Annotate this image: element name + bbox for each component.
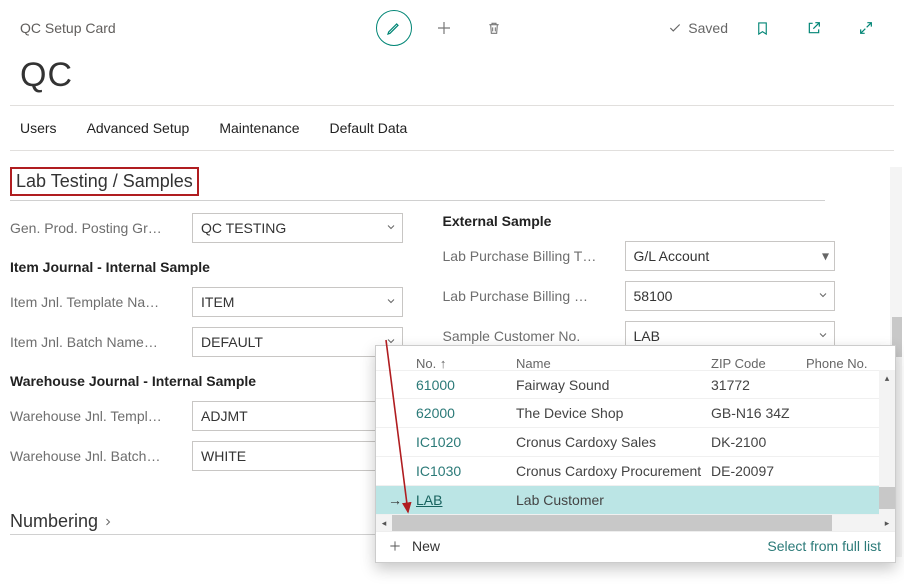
tab-users[interactable]: Users [20, 120, 57, 136]
lookup-zip: 31772 [711, 377, 750, 393]
scroll-up-icon[interactable]: ▴ [879, 370, 895, 386]
input-gen-prod-posting[interactable] [192, 213, 403, 243]
lookup-col-zip[interactable]: ZIP Code [711, 356, 766, 371]
action-bar: Users Advanced Setup Maintenance Default… [10, 105, 894, 151]
header-action-group [376, 10, 512, 46]
lookup-name: The Device Shop [516, 405, 623, 421]
label-wh-template: Warehouse Jnl. Templ… [10, 408, 180, 424]
lookup-hscroll[interactable]: ◂ ▸ [376, 515, 895, 531]
label-wh-batch: Warehouse Jnl. Batch… [10, 448, 180, 464]
input-lab-billing-no[interactable] [625, 281, 836, 311]
new-icon[interactable] [426, 10, 462, 46]
label-lab-billing-no: Lab Purchase Billing … [443, 288, 613, 304]
input-wh-batch[interactable] [192, 441, 403, 471]
lookup-row[interactable]: IC1020 Cronus Cardoxy Sales DK-2100 [376, 428, 895, 457]
scroll-right-icon[interactable]: ▸ [879, 515, 895, 531]
lookup-row-container: 61000 Fairway Sound 31772 62000 The Devi… [376, 370, 895, 515]
lookup-row-selected[interactable]: → LAB Lab Customer [376, 486, 895, 515]
select-lab-billing-type[interactable]: G/L Account [625, 241, 836, 271]
tab-advanced-setup[interactable]: Advanced Setup [87, 120, 190, 136]
edit-icon[interactable] [376, 10, 412, 46]
selected-arrow-icon: → [388, 492, 402, 508]
lookup-new-label: New [412, 538, 440, 554]
scroll-left-icon[interactable]: ◂ [376, 515, 392, 531]
lookup-col-phone[interactable]: Phone No. [806, 356, 867, 371]
tab-default-data[interactable]: Default Data [329, 120, 407, 136]
popout-icon[interactable] [796, 10, 832, 46]
lookup-name: Fairway Sound [516, 377, 609, 393]
lookup-vscroll-thumb[interactable] [879, 487, 895, 509]
lookup-name: Cronus Cardoxy Sales [516, 434, 656, 450]
delete-icon[interactable] [476, 10, 512, 46]
expand-icon[interactable] [848, 10, 884, 46]
lookup-hscroll-thumb[interactable] [392, 515, 832, 531]
lookup-no[interactable]: IC1020 [416, 434, 461, 450]
label-lab-billing-type: Lab Purchase Billing T… [443, 248, 613, 264]
label-item-batch: Item Jnl. Batch Name… [10, 334, 180, 350]
lookup-no[interactable]: 62000 [416, 405, 455, 421]
lookup-row[interactable]: IC1030 Cronus Cardoxy Procurement DE-200… [376, 457, 895, 486]
saved-indicator: Saved [668, 20, 728, 36]
lookup-row[interactable]: 62000 The Device Shop GB-N16 34Z [376, 399, 895, 428]
subhead-item-journal: Item Journal - Internal Sample [10, 259, 403, 275]
lookup-col-name[interactable]: Name [516, 356, 551, 371]
input-item-template[interactable] [192, 287, 403, 317]
tab-maintenance[interactable]: Maintenance [219, 120, 299, 136]
lookup-dropdown: No. ↑ Name ZIP Code Phone No. 61000 Fair… [375, 345, 896, 563]
lookup-name: Lab Customer [516, 492, 604, 508]
lookup-no[interactable]: IC1030 [416, 463, 461, 479]
page-title: QC [0, 56, 904, 105]
numbering-label: Numbering [10, 511, 98, 532]
subhead-warehouse-journal: Warehouse Journal - Internal Sample [10, 373, 403, 389]
form-left-column: Gen. Prod. Posting Gr… Item Journal - In… [10, 213, 403, 471]
lookup-zip: DK-2100 [711, 434, 766, 450]
label-item-template: Item Jnl. Template Na… [10, 294, 180, 310]
lookup-zip: GB-N16 34Z [711, 405, 790, 421]
lookup-row[interactable]: 61000 Fairway Sound 31772 [376, 370, 895, 399]
subhead-external-sample: External Sample [443, 213, 836, 229]
lookup-vscroll[interactable]: ▴ [879, 370, 895, 515]
bookmark-icon[interactable] [744, 10, 780, 46]
select-full-list-link[interactable]: Select from full list [767, 538, 881, 554]
label-gen-prod-posting: Gen. Prod. Posting Gr… [10, 220, 180, 236]
lookup-name: Cronus Cardoxy Procurement [516, 463, 701, 479]
lookup-no[interactable]: 61000 [416, 377, 455, 393]
page-caption: QC Setup Card [20, 20, 116, 36]
lookup-no[interactable]: LAB [416, 492, 442, 508]
input-item-batch[interactable] [192, 327, 403, 357]
header-bar: QC Setup Card Saved [0, 0, 904, 56]
lookup-col-no[interactable]: No. ↑ [416, 356, 446, 371]
lookup-new-button[interactable]: New [388, 538, 440, 554]
saved-label: Saved [688, 20, 728, 36]
lookup-zip: DE-20097 [711, 463, 774, 479]
plus-icon [388, 539, 402, 553]
input-wh-template[interactable] [192, 401, 403, 431]
section-title-lab-testing[interactable]: Lab Testing / Samples [10, 167, 199, 196]
chevron-right-icon [102, 516, 114, 528]
label-sample-customer: Sample Customer No. [443, 328, 613, 344]
